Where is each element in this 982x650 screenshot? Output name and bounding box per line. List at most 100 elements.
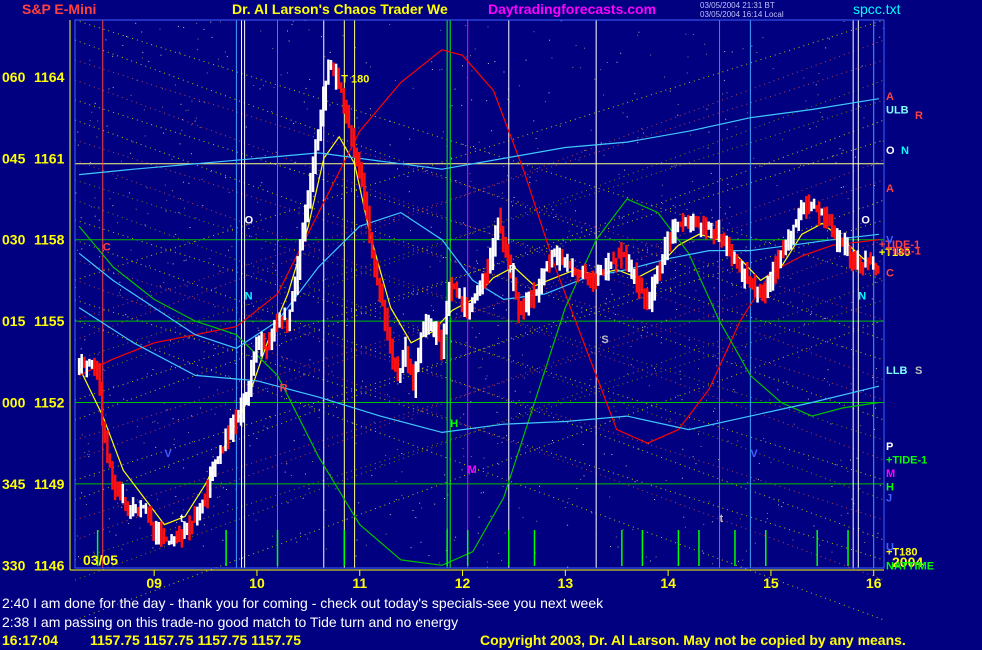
background-dot [462, 222, 464, 224]
background-dot [485, 475, 487, 477]
background-dot [318, 417, 320, 419]
background-dot [723, 79, 725, 81]
background-dot [397, 168, 398, 170]
background-dot [622, 529, 624, 531]
background-dot [129, 152, 131, 154]
y-tick-angle: 345 [2, 476, 26, 492]
background-dot [494, 61, 496, 63]
background-dot [692, 241, 694, 243]
background-dot [109, 531, 111, 533]
background-dot [271, 535, 273, 537]
right-margin-label: ULB [886, 105, 909, 117]
y-tick-angle: 045 [2, 150, 26, 166]
background-dot [727, 183, 729, 185]
background-dot [874, 281, 876, 283]
right-margin-label: C [886, 267, 894, 279]
background-dot [166, 199, 168, 201]
background-dot [813, 525, 815, 527]
background-dot [309, 79, 311, 80]
right-margin-label: R [915, 110, 923, 122]
background-dot [420, 410, 422, 412]
background-dot [212, 456, 214, 458]
background-dot [120, 160, 122, 162]
background-dot [172, 263, 174, 265]
background-dot [419, 502, 421, 504]
status-time: 16:17:04 [2, 632, 59, 648]
right-margin-label: +TIDE-1 [886, 454, 927, 466]
background-dot [120, 289, 121, 291]
background-dot [645, 244, 647, 246]
background-dot [737, 440, 739, 442]
background-dot [850, 459, 851, 461]
background-dot [681, 399, 683, 401]
chart-annotation: O [861, 214, 870, 226]
background-dot [506, 435, 508, 437]
background-dot [177, 419, 179, 421]
background-dot [528, 287, 530, 288]
site-name[interactable]: Daytradingforecasts.com [488, 1, 656, 17]
background-dot [204, 102, 206, 104]
background-dot [832, 155, 834, 157]
chart-annotation: C [103, 242, 111, 254]
background-dot [471, 70, 473, 72]
background-dot [76, 249, 78, 251]
background-dot [870, 165, 872, 166]
background-dot [753, 157, 755, 159]
background-dot [261, 247, 263, 249]
background-dot [465, 342, 467, 344]
background-dot [257, 201, 259, 203]
background-dot [109, 198, 111, 200]
background-dot [260, 30, 262, 32]
background-dot [94, 102, 96, 104]
background-dot [650, 54, 652, 56]
date-label: 03/05 [83, 552, 118, 568]
background-dot [463, 413, 465, 415]
background-dot [668, 421, 670, 423]
background-dot [429, 266, 431, 268]
background-dot [227, 504, 229, 506]
background-dot [798, 356, 800, 358]
right-margin-label: S [915, 365, 922, 377]
background-dot [753, 480, 755, 482]
background-dot [482, 544, 484, 546]
background-dot [228, 249, 229, 251]
background-dot [183, 260, 185, 262]
background-dot [594, 78, 596, 80]
background-dot [808, 458, 810, 460]
background-dot [255, 519, 257, 521]
background-dot [342, 244, 344, 246]
right-margin-label: A [886, 183, 894, 195]
background-dot [769, 399, 771, 401]
background-dot [847, 512, 849, 514]
background-dot [512, 205, 513, 207]
background-dot [454, 261, 456, 263]
background-dot [671, 166, 673, 168]
background-dot [859, 207, 860, 209]
background-dot [839, 297, 841, 299]
background-dot [255, 233, 257, 235]
background-dot [742, 48, 744, 50]
background-dot [842, 346, 844, 348]
chart-annotation: M [468, 464, 477, 476]
background-dot [118, 292, 120, 294]
background-dot [535, 180, 537, 181]
background-dot [381, 464, 383, 466]
background-dot [80, 217, 82, 219]
background-dot [226, 489, 227, 490]
background-dot [708, 501, 710, 503]
background-dot [494, 221, 496, 223]
background-dot [287, 502, 289, 504]
background-dot [280, 74, 282, 76]
background-dot [644, 326, 646, 328]
background-dot [737, 560, 739, 562]
background-dot [640, 335, 642, 337]
background-dot [315, 237, 317, 239]
background-dot [478, 141, 480, 143]
background-dot [790, 277, 792, 279]
background-dot [307, 538, 309, 540]
background-dot [842, 149, 844, 151]
background-dot [443, 257, 444, 259]
background-dot [535, 138, 537, 139]
background-dot [256, 438, 258, 439]
background-dot [218, 58, 220, 60]
